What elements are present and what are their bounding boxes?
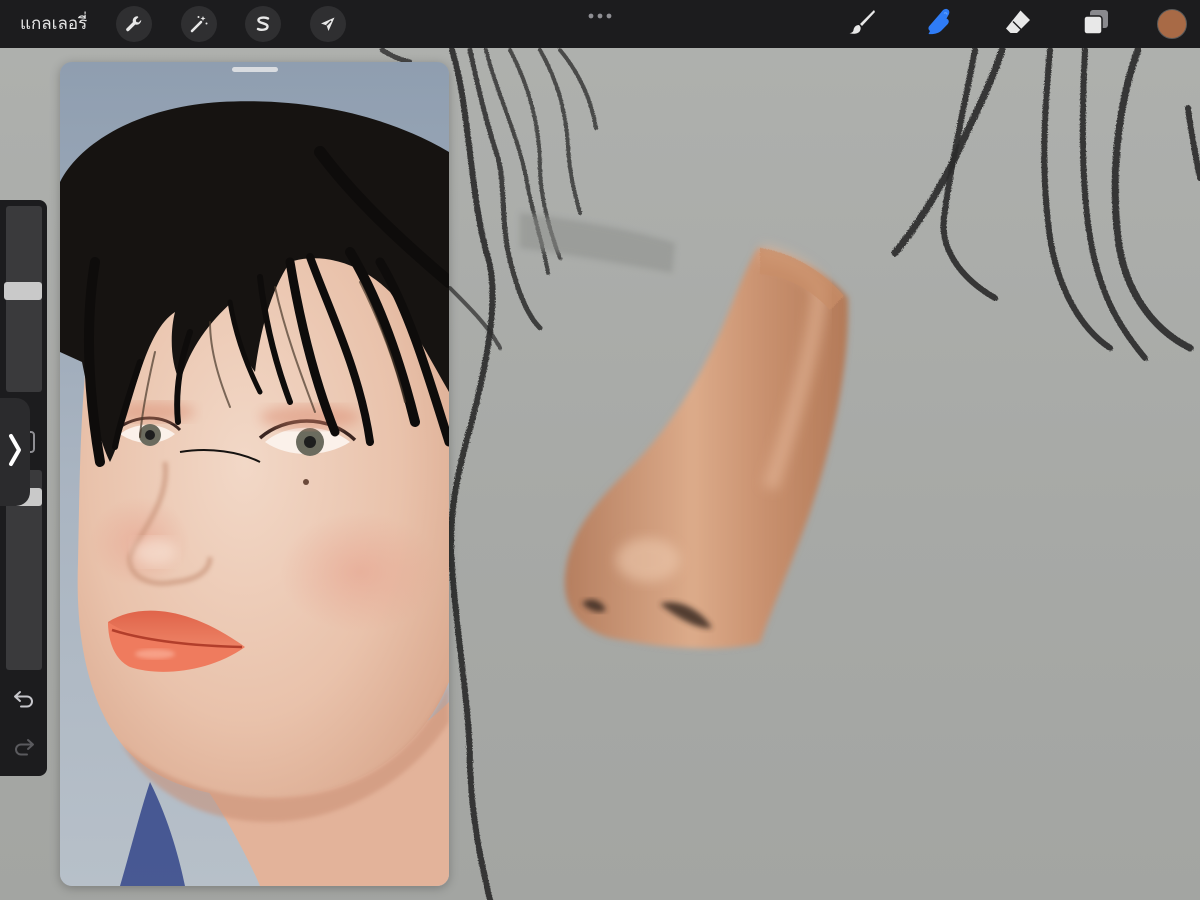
redo-button[interactable] bbox=[10, 734, 38, 762]
layers-button[interactable] bbox=[1080, 8, 1112, 40]
layers-icon bbox=[1081, 7, 1111, 41]
more-dots-icon bbox=[587, 4, 613, 23]
undo-button[interactable] bbox=[10, 686, 38, 714]
more-options-button[interactable] bbox=[584, 4, 616, 22]
procreate-app: แกลเลอรี่ bbox=[0, 0, 1200, 900]
actions-button[interactable] bbox=[116, 6, 152, 42]
brush-icon bbox=[847, 7, 877, 41]
wrench-icon bbox=[124, 14, 144, 34]
adjustments-button[interactable] bbox=[181, 6, 217, 42]
selection-s-icon bbox=[253, 14, 273, 34]
transform-button[interactable] bbox=[310, 6, 346, 42]
smudge-tool-button[interactable] bbox=[924, 8, 956, 40]
sidebar-collapse-tab[interactable] bbox=[0, 398, 30, 506]
color-swatch-button[interactable] bbox=[1157, 9, 1187, 39]
smudge-stroke bbox=[520, 213, 675, 273]
redo-icon bbox=[12, 734, 36, 762]
gallery-button[interactable]: แกลเลอรี่ bbox=[20, 13, 87, 35]
chevron-right-icon bbox=[6, 430, 24, 474]
reference-image-panel[interactable] bbox=[60, 62, 449, 886]
arrow-cursor-icon bbox=[318, 14, 338, 34]
smudge-finger-icon bbox=[925, 7, 955, 41]
brush-size-thumb[interactable] bbox=[4, 282, 42, 300]
selection-button[interactable] bbox=[245, 6, 281, 42]
reference-photo bbox=[60, 62, 449, 886]
painted-nose bbox=[564, 245, 849, 649]
eraser-icon bbox=[1003, 7, 1033, 41]
magic-wand-icon bbox=[188, 13, 210, 35]
eraser-tool-button[interactable] bbox=[1002, 8, 1034, 40]
brush-size-slider[interactable] bbox=[4, 206, 42, 392]
brush-tool-button[interactable] bbox=[846, 8, 878, 40]
reference-drag-handle[interactable] bbox=[232, 67, 278, 72]
undo-icon bbox=[12, 686, 36, 714]
top-toolbar: แกลเลอรี่ bbox=[0, 0, 1200, 48]
